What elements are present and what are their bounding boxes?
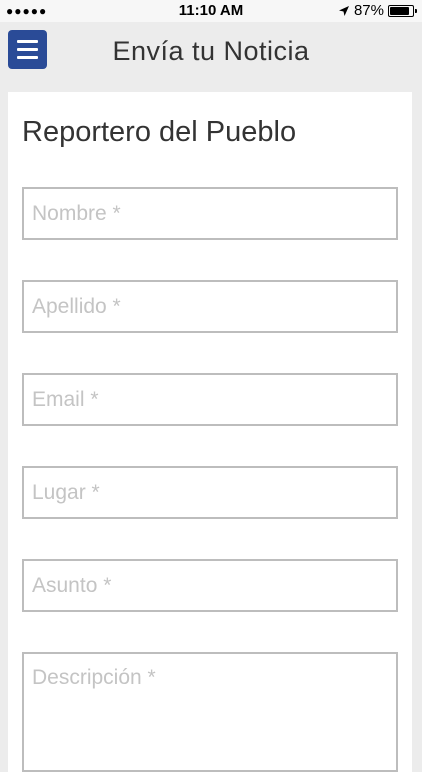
form-card: Reportero del Pueblo [8, 92, 412, 772]
subject-field[interactable] [22, 559, 398, 612]
form-title: Reportero del Pueblo [22, 116, 297, 148]
status-right: 87% [338, 2, 417, 19]
first-name-field[interactable] [22, 187, 398, 240]
battery-percent: 87% [353, 2, 384, 19]
location-arrow-icon [338, 5, 349, 16]
page-title: Envía tu Noticia [112, 36, 310, 66]
battery-level-fill [390, 6, 410, 15]
status-bar: ●●●●● 11:10 AM 87% [0, 0, 422, 22]
description-field[interactable] [22, 652, 398, 772]
location-field[interactable] [22, 466, 398, 519]
last-name-field[interactable] [22, 280, 398, 333]
email-field[interactable] [22, 373, 398, 426]
battery-icon [388, 4, 417, 17]
navigation-bar: Envía tu Noticia [0, 22, 422, 82]
